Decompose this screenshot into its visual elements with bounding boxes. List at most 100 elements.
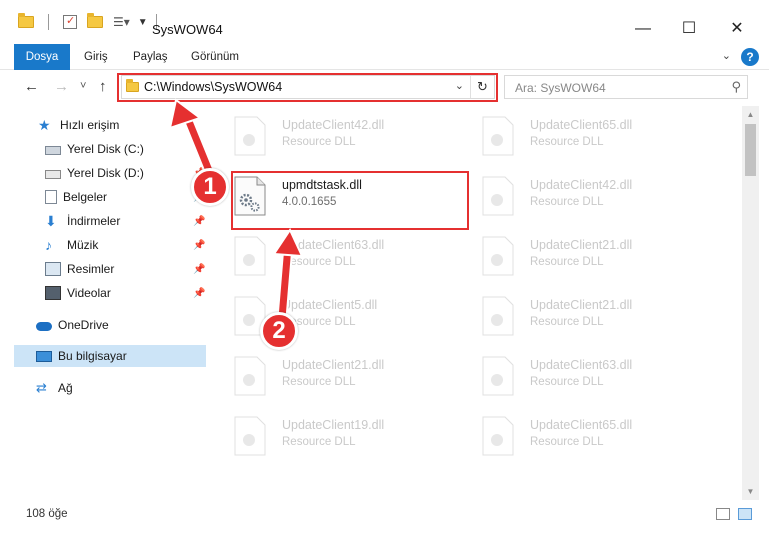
sidebar-item-label: OneDrive (58, 318, 109, 332)
pictures-icon (45, 262, 61, 276)
tab-view[interactable]: Görünüm (191, 44, 239, 70)
file-description: Resource DLL (282, 436, 356, 448)
file-description: Resource DLL (530, 436, 604, 448)
file-item[interactable]: UpdateClient21.dll Resource DLL (207, 352, 447, 402)
file-item[interactable]: UpdateClient5.dll Resource DLL (207, 292, 447, 342)
status-bar: 108 öğe (0, 500, 769, 533)
file-name: UpdateClient21.dll (530, 298, 633, 312)
callout-badge-1: 1 (191, 168, 229, 206)
dll-file-icon (482, 416, 514, 456)
search-input[interactable]: Ara: SysWOW64 ⚲ (504, 75, 748, 99)
item-count: 108 öğe (26, 508, 68, 520)
file-description: Resource DLL (282, 136, 356, 148)
dll-file-icon (482, 176, 514, 216)
file-name: UpdateClient42.dll (530, 178, 633, 192)
sidebar-item-label: Müzik (67, 238, 99, 252)
sidebar-item-label: Hızlı erişim (60, 118, 120, 132)
file-name: UpdateClient19.dll (282, 418, 385, 432)
sidebar-item-label: Yerel Disk (C:) (67, 142, 144, 156)
file-item[interactable]: UpdateClient65.dll Resource DLL (455, 412, 695, 462)
sidebar-item-quick-access[interactable]: ★ Hızlı erişim (38, 114, 119, 136)
file-description: Resource DLL (282, 256, 356, 268)
properties-icon[interactable]: ✓ (63, 15, 77, 29)
documents-icon (45, 190, 57, 204)
quick-access-toolbar: ✓ ☰▾ ▼ (18, 13, 157, 30)
file-item[interactable]: UpdateClient42.dll Resource DLL (455, 172, 695, 222)
sidebar-item-onedrive[interactable]: OneDrive (36, 314, 109, 336)
details-view-icon[interactable] (716, 508, 730, 520)
file-description: Resource DLL (530, 376, 604, 388)
sidebar-item-label: Ağ (58, 381, 73, 395)
help-button[interactable]: ? (741, 48, 759, 66)
file-name: UpdateClient65.dll (530, 418, 633, 432)
sidebar-item-network[interactable]: ⇄ Ağ (36, 377, 73, 399)
callout-badge-2: 2 (260, 312, 298, 350)
sidebar-item-this-pc[interactable]: Bu bilgisayar (14, 345, 206, 367)
file-item[interactable]: UpdateClient19.dll Resource DLL (207, 412, 447, 462)
pin-icon[interactable]: 📌 (193, 240, 205, 251)
separator (48, 14, 49, 30)
folder-icon (18, 13, 34, 28)
back-button[interactable]: ← (24, 78, 39, 95)
file-description: Resource DLL (530, 316, 604, 328)
file-description: Resource DLL (530, 196, 604, 208)
drive-icon (45, 145, 61, 155)
tab-home[interactable]: Giriş (84, 44, 108, 70)
scroll-up-icon[interactable]: ▲ (745, 110, 756, 119)
search-icon[interactable]: ⚲ (731, 79, 741, 95)
sidebar-item-videos[interactable]: Videolar (45, 282, 111, 304)
customize-toolbar-icon[interactable]: ☰▾ (113, 15, 130, 29)
tiles-view-icon[interactable] (738, 508, 752, 520)
tab-share[interactable]: Paylaş (133, 44, 168, 70)
sidebar-item-drive-d[interactable]: Yerel Disk (D:) (45, 162, 144, 184)
navigation-pane: ★ Hızlı erişim Yerel Disk (C:) Yerel Dis… (0, 106, 207, 500)
forward-button[interactable]: → (54, 78, 69, 95)
file-item[interactable]: UpdateClient63.dll Resource DLL (207, 232, 447, 282)
maximize-button[interactable]: ☐ (666, 14, 712, 44)
sidebar-item-label: İndirmeler (67, 214, 121, 228)
file-item[interactable]: UpdateClient63.dll Resource DLL (455, 352, 695, 402)
file-item[interactable]: UpdateClient42.dll Resource DLL (207, 112, 447, 162)
file-list: UpdateClient42.dll Resource DLL UpdateCl… (207, 106, 742, 500)
file-name: UpdateClient21.dll (282, 358, 385, 372)
dll-file-icon (234, 116, 266, 156)
file-name: UpdateClient5.dll (282, 298, 378, 312)
sidebar-item-label: Yerel Disk (D:) (67, 166, 144, 180)
file-description: Resource DLL (530, 256, 604, 268)
minimize-button[interactable]: — (620, 14, 666, 44)
scroll-down-icon[interactable]: ▼ (745, 487, 756, 496)
sidebar-item-downloads[interactable]: ⬇ İndirmeler (45, 210, 120, 232)
dropdown-icon[interactable]: ▼ (138, 17, 148, 28)
file-item[interactable]: UpdateClient65.dll Resource DLL (455, 112, 695, 162)
close-button[interactable]: ✕ (714, 14, 760, 44)
expand-ribbon-icon[interactable]: ⌄ (722, 49, 731, 62)
star-icon: ★ (38, 117, 51, 133)
dll-file-icon (482, 356, 514, 396)
file-item[interactable]: UpdateClient21.dll Resource DLL (455, 292, 695, 342)
cloud-icon (36, 322, 52, 331)
pin-icon[interactable]: 📌 (193, 288, 205, 299)
file-name: UpdateClient63.dll (530, 358, 633, 372)
window-title: SysWOW64 (152, 22, 223, 37)
dll-file-icon (234, 356, 266, 396)
search-placeholder: Ara: SysWOW64 (515, 81, 606, 95)
sidebar-item-pictures[interactable]: Resimler (45, 258, 114, 280)
vertical-scrollbar[interactable]: ▲ ▼ (742, 106, 759, 500)
sidebar-item-documents[interactable]: Belgeler (45, 186, 107, 208)
downloads-icon: ⬇ (45, 213, 57, 229)
sidebar-item-label: Videolar (67, 286, 111, 300)
new-folder-icon[interactable] (87, 13, 103, 28)
up-button[interactable]: ↑ (99, 78, 107, 95)
sidebar-item-drive-c[interactable]: Yerel Disk (C:) (45, 138, 144, 160)
scrollbar-thumb[interactable] (745, 124, 756, 176)
recent-locations-button[interactable]: ˅ (80, 80, 86, 92)
pin-icon[interactable]: 📌 (193, 216, 205, 227)
sidebar-item-label: Bu bilgisayar (58, 349, 127, 363)
file-name: UpdateClient63.dll (282, 238, 385, 252)
videos-icon (45, 286, 61, 300)
computer-icon (36, 350, 52, 362)
dll-file-icon (482, 116, 514, 156)
file-item[interactable]: UpdateClient21.dll Resource DLL (455, 232, 695, 282)
pin-icon[interactable]: 📌 (193, 264, 205, 275)
sidebar-item-music[interactable]: ♪ Müzik (45, 234, 98, 256)
